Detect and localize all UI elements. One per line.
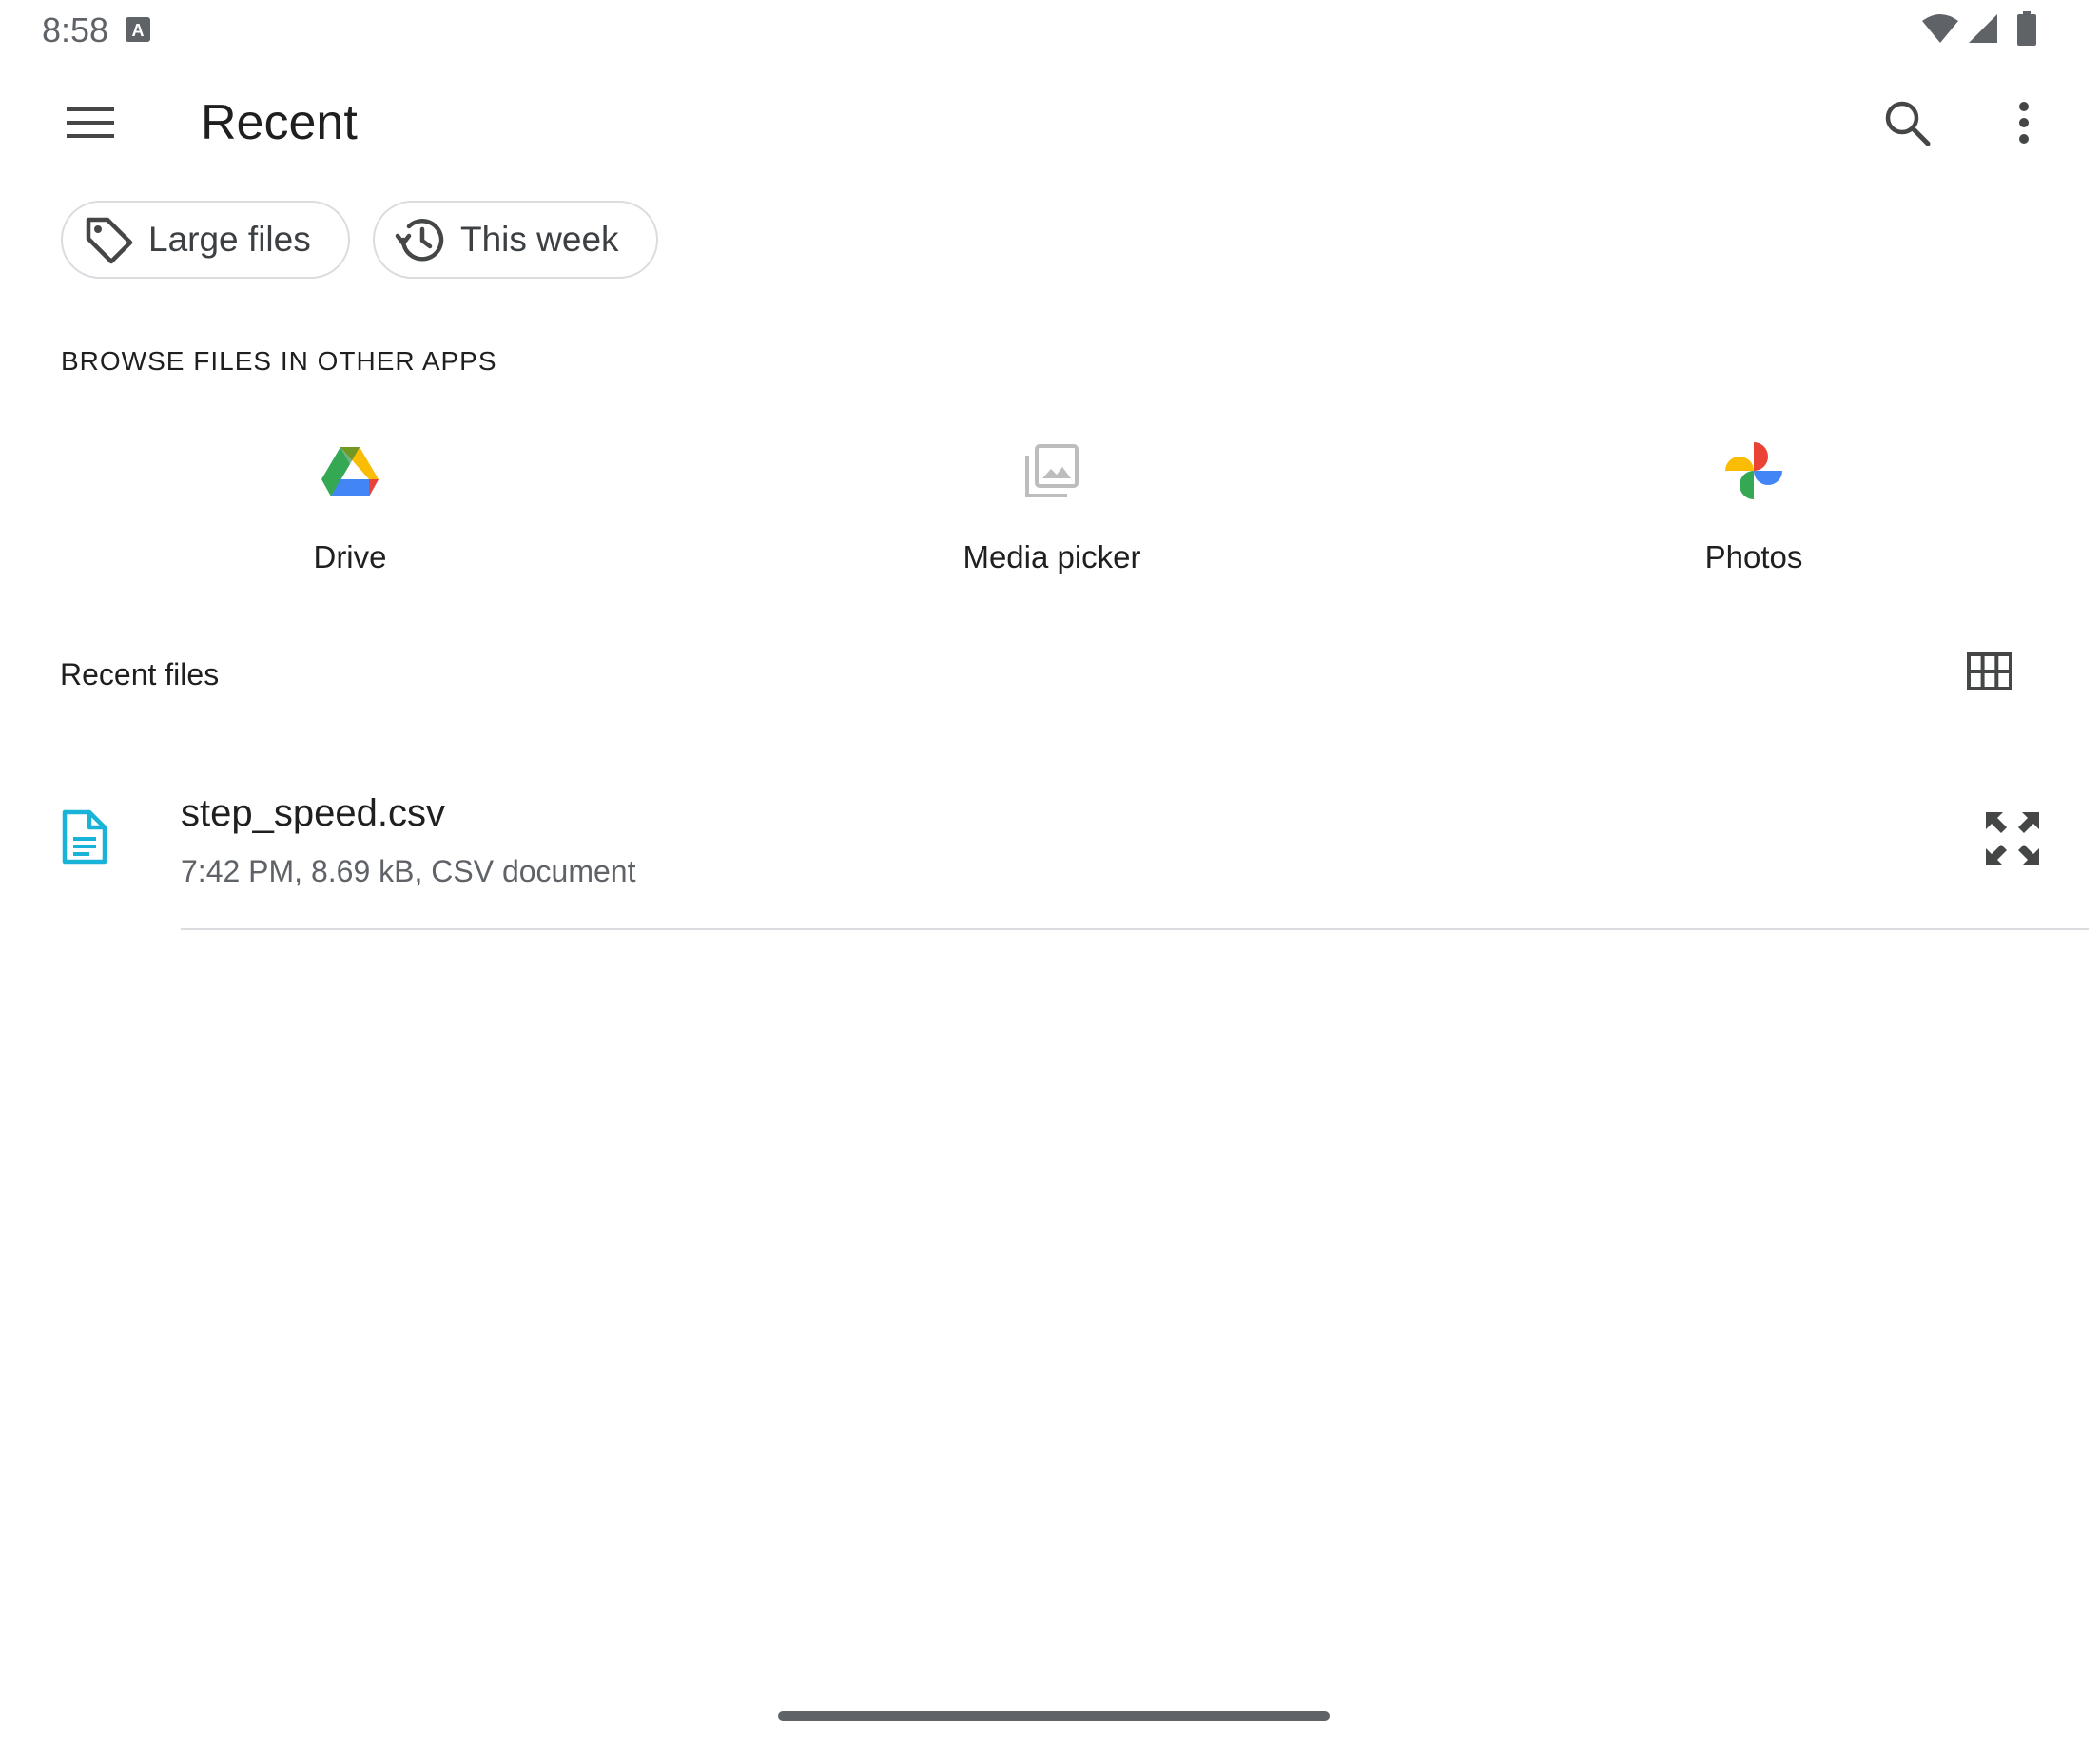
- more-vert-icon: [2017, 101, 2031, 149]
- history-icon: [394, 213, 447, 266]
- status-icons: [1921, 10, 2037, 50]
- root-label: Drive: [313, 539, 387, 574]
- root-item-media-picker[interactable]: Media picker: [862, 438, 1242, 599]
- tag-icon: [82, 213, 135, 266]
- section-header-browse: BROWSE FILES IN OTHER APPS: [61, 346, 497, 376]
- recent-files-header: Recent files: [60, 657, 220, 691]
- chip-large-files[interactable]: Large files: [61, 201, 350, 279]
- grid-view-toggle-button[interactable]: [1959, 643, 2020, 704]
- file-list-item[interactable]: step_speed.csv 7:42 PM, 8.69 kB, CSV doc…: [0, 761, 2100, 932]
- page-title: Recent: [201, 95, 358, 150]
- chip-label: This week: [460, 220, 619, 259]
- google-drive-icon: [317, 438, 383, 504]
- menu-button[interactable]: [57, 91, 124, 158]
- svg-text:A: A: [132, 21, 145, 40]
- wifi-icon: [1921, 12, 1959, 49]
- keyboard-a-icon: A: [125, 16, 151, 43]
- signal-icon: [1967, 12, 1999, 49]
- gesture-navigation-bar[interactable]: [778, 1711, 1330, 1721]
- root-item-photos[interactable]: Photos: [1564, 438, 1944, 599]
- search-icon: [1883, 99, 1931, 151]
- battery-icon: [2016, 10, 2037, 50]
- root-label: Media picker: [962, 539, 1141, 574]
- divider: [181, 928, 2089, 930]
- status-time: 8:58: [42, 10, 109, 49]
- menu-icon: [67, 106, 114, 145]
- file-name: step_speed.csv: [181, 792, 445, 834]
- more-options-button[interactable]: [1986, 87, 2062, 163]
- document-icon: [61, 808, 118, 865]
- chip-label: Large files: [148, 220, 311, 259]
- fullscreen-icon: [1982, 808, 2043, 874]
- file-meta: 7:42 PM, 8.69 kB, CSV document: [181, 854, 636, 888]
- photo-library-icon: [1019, 438, 1085, 504]
- chip-this-week[interactable]: This week: [373, 201, 658, 279]
- file-preview-button[interactable]: [1974, 803, 2051, 879]
- grid-view-icon: [1967, 651, 2012, 695]
- google-photos-icon: [1721, 438, 1787, 504]
- search-button[interactable]: [1869, 87, 1945, 163]
- root-label: Photos: [1704, 539, 1803, 574]
- root-item-drive[interactable]: Drive: [160, 438, 540, 599]
